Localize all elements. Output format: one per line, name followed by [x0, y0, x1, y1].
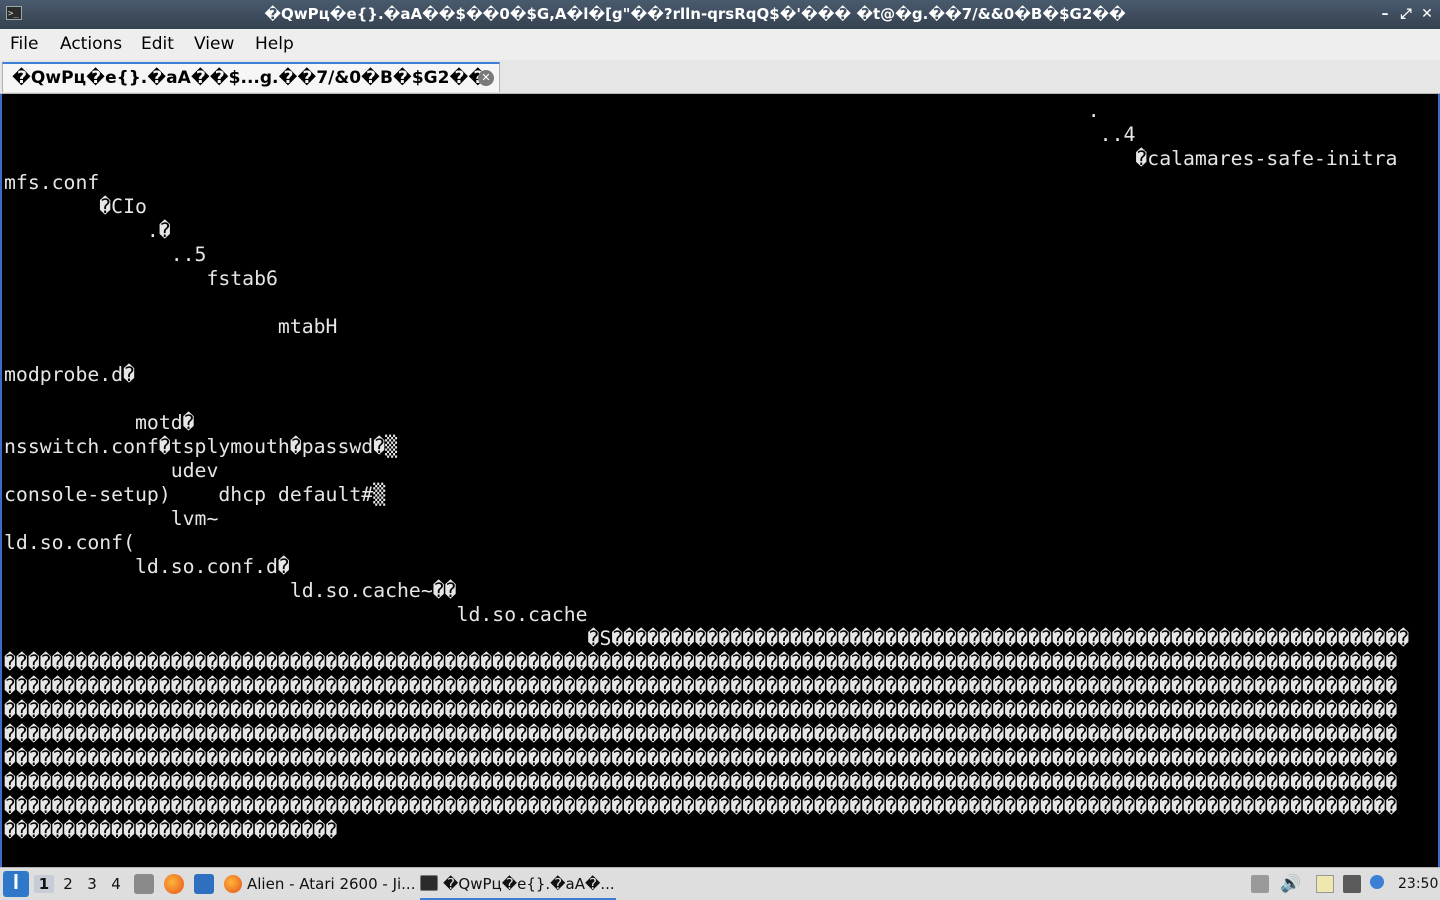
close-button[interactable]: ✕ — [1418, 5, 1436, 23]
maximize-button[interactable]: ⤢ — [1397, 5, 1415, 23]
terminal-line: fstab6 — [4, 267, 278, 290]
terminal-line: mtabH — [4, 315, 338, 338]
terminal-line: lvm~ — [4, 507, 219, 530]
terminal-line: modprobe.d� — [4, 363, 136, 386]
terminal-line: mfs.conf — [4, 171, 100, 194]
tab-close-icon[interactable]: ✕ — [478, 70, 494, 86]
clock[interactable]: 23:50 — [1398, 876, 1438, 892]
show-desktop-icon[interactable] — [194, 874, 214, 894]
workspace-1[interactable]: 1 — [34, 875, 54, 893]
terminal-line: ����������������������������������������… — [4, 651, 1398, 674]
task-label: Alien - Atari 2600 - Ji... — [247, 875, 414, 893]
window-titlebar[interactable]: >_ �QwPц�e{}.�aA��$��0�$G,A�l�[g"��?rlln… — [0, 0, 1440, 29]
terminal-line: ld.so.cache — [4, 603, 588, 626]
terminal-output: . ..4 �calamares-safe-initra mfs.conf �C… — [4, 99, 1409, 843]
menu-file[interactable]: File — [10, 34, 38, 54]
keyboard-layout-icon[interactable] — [1251, 875, 1269, 893]
task-terminal[interactable]: �QwPц�e{}.�aA�... — [420, 871, 616, 900]
terminal-line: �calamares-safe-initra — [4, 147, 1398, 170]
update-notifier-icon[interactable] — [1370, 875, 1384, 889]
terminal-line: .� — [4, 219, 171, 242]
terminal-line: ����������������������������������������… — [4, 771, 1398, 794]
menu-bar: File Actions Edit View Help — [0, 29, 1440, 60]
terminal-line: ���������������������������� — [4, 819, 338, 842]
clipboard-icon[interactable] — [1316, 875, 1334, 893]
volume-icon[interactable]: 🔊 — [1280, 875, 1301, 893]
workspace-4[interactable]: 4 — [106, 875, 126, 893]
terminal-tab[interactable]: �QwPц�e{}.�aA��$...g.��7/&0�B�$G2�� ✕ — [2, 62, 500, 92]
terminal-line: ld.so.conf( — [4, 531, 136, 554]
start-menu-icon[interactable]: ꟾ — [3, 871, 29, 897]
terminal-line: ����������������������������������������… — [4, 795, 1398, 818]
terminal-line: console-setup) dhcp default#▒ — [4, 483, 386, 506]
terminal-line: ..5 — [4, 243, 207, 266]
terminal-line: ����������������������������������������… — [4, 699, 1398, 722]
minimize-button[interactable]: – — [1376, 5, 1394, 23]
firefox-icon[interactable] — [164, 874, 184, 894]
terminal-line: ..4 — [4, 123, 1136, 146]
terminal-line: motd� — [4, 411, 195, 434]
tab-label: �QwPц�e{}.�aA��$...g.��7/&0�B�$G2�� — [12, 68, 488, 88]
terminal-line: ����������������������������������������… — [4, 723, 1398, 746]
workspace-2[interactable]: 2 — [58, 875, 78, 893]
terminal-line: ld.so.cache~�� — [4, 579, 457, 602]
terminal-line: �CIo — [4, 195, 147, 218]
tab-bar: �QwPц�e{}.�aA��$...g.��7/&0�B�$G2�� ✕ — [0, 60, 1440, 94]
firefox-icon — [224, 875, 242, 893]
terminal-line: nsswitch.conf�tsplymouth�passwd�▒ — [4, 435, 398, 458]
taskbar: ꟾ 1 2 3 4 Alien - Atari 2600 - Ji... �Qw… — [0, 867, 1440, 900]
terminal-view[interactable]: . ..4 �calamares-safe-initra mfs.conf �C… — [0, 94, 1440, 867]
terminal-icon — [420, 875, 438, 891]
terminal-line: ld.so.conf.d� — [4, 555, 290, 578]
window-title: �QwPц�e{}.�aA��$��0�$G,A�l�[g"��?rlln-qr… — [264, 5, 1126, 23]
file-manager-icon[interactable] — [134, 874, 154, 894]
terminal-line: udev — [4, 459, 219, 482]
terminal-line: . — [4, 99, 1100, 122]
menu-help[interactable]: Help — [255, 34, 294, 54]
terminal-line: ����������������������������������������… — [4, 675, 1398, 698]
terminal-icon: >_ — [6, 6, 22, 20]
menu-view[interactable]: View — [194, 34, 234, 54]
terminal-line: �S��������������������������������������… — [4, 627, 1410, 650]
network-icon[interactable] — [1343, 875, 1361, 893]
menu-actions[interactable]: Actions — [60, 34, 122, 54]
task-label: �QwPц�e{}.�aA�... — [443, 875, 615, 893]
task-firefox[interactable]: Alien - Atari 2600 - Ji... — [224, 871, 414, 898]
workspace-3[interactable]: 3 — [82, 875, 102, 893]
terminal-line: ����������������������������������������… — [4, 747, 1398, 770]
menu-edit[interactable]: Edit — [141, 34, 174, 54]
